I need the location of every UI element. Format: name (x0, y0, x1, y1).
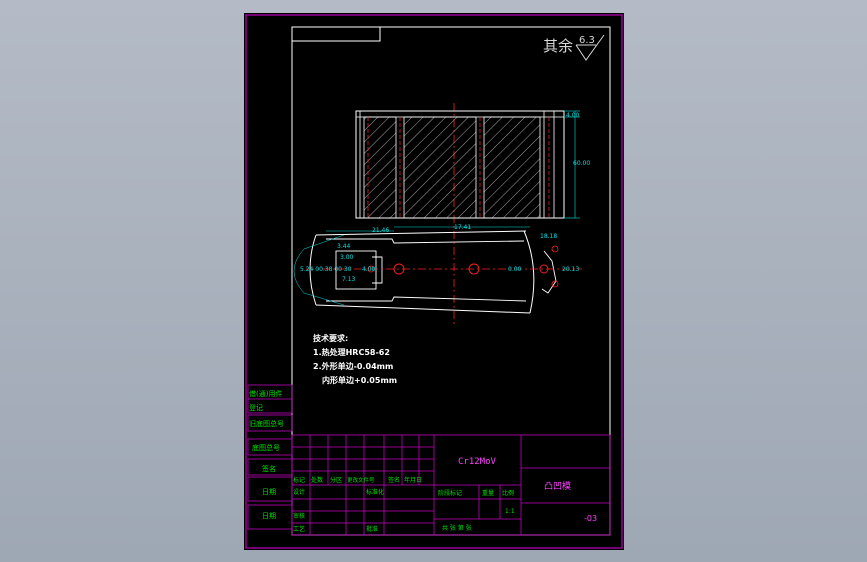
surface-finish-value: 6.3 (579, 35, 595, 46)
hdr-date: 年月日 (404, 476, 422, 484)
col-label-register: 登记 (249, 403, 263, 412)
dim-length: 17.41 (454, 224, 471, 231)
drawing-sheet: 其余 6.3 4.00 60.00 21.46 17.41 3.44 3.00 … (244, 13, 624, 550)
notes-line-2: 2.外形单边-0.04mm (313, 361, 393, 371)
col-label-date: 日期 (262, 488, 276, 496)
notes-line-1: 1.热处理HRC58-62 (313, 347, 390, 357)
weight-label: 重量 (482, 489, 494, 497)
dim-left-width: 21.46 (372, 227, 389, 234)
design-label: 设计 (293, 488, 305, 496)
ratio-label: 比例 (502, 489, 514, 497)
dim-top-small: 4.00 (566, 112, 580, 119)
scale-value: 1:1 (505, 508, 515, 515)
col-label-old-drawing: 旧底图总号 (249, 419, 284, 428)
dim-left-stack: 5.24 00.38 00 30 (300, 266, 352, 273)
dim-left-b: 3.00 (340, 254, 354, 261)
col-label-date-2: 日期 (262, 512, 276, 520)
dim-left-a: 3.44 (337, 243, 351, 250)
dim-center-small: 0.00 (508, 266, 522, 273)
corner-box (291, 26, 381, 42)
hdr-zone: 分区 (330, 476, 342, 484)
hdr-doc: 更改文件号 (347, 476, 375, 484)
surface-finish-label: 其余 (543, 37, 573, 55)
hdr-count: 处数 (311, 476, 323, 484)
col-label-drawing-no: 底图总号 (252, 443, 280, 452)
notes-line-3: 内形单边+0.05mm (322, 375, 397, 385)
col-label-signature: 签名 (262, 464, 276, 473)
process-label: 工艺 (293, 525, 305, 533)
stage-mark-label: 阶段标记 (438, 489, 462, 497)
review-label: 审核 (293, 512, 305, 520)
standard-label: 标准化 (366, 488, 384, 496)
dim-left-c: 4.00 (362, 266, 376, 273)
dim-right-a: 18.18 (540, 233, 557, 240)
dim-height: 60.00 (573, 160, 590, 167)
section-view (355, 110, 565, 219)
approve-label: 批准 (366, 525, 378, 533)
hdr-mark: 标记 (293, 476, 305, 484)
hdr-sign: 签名 (388, 476, 400, 484)
drawing-no-text: -03 (584, 514, 597, 523)
sheets-label: 共 张 第 张 (442, 524, 472, 532)
dim-bottom-left: 7.13 (342, 276, 356, 283)
part-name-text: 凸凹模 (544, 481, 571, 492)
dim-right-b: 20.13 (562, 266, 579, 273)
cad-drawing: 其余 6.3 4.00 60.00 21.46 17.41 3.44 3.00 … (245, 14, 623, 549)
technical-notes: 技术要求: 1.热处理HRC58-62 2.外形单边-0.04mm 内形单边+0… (313, 333, 397, 385)
material-text: Cr12MoV (458, 457, 497, 467)
height-dimension: 4.00 60.00 (564, 110, 590, 219)
notes-title: 技术要求: (313, 333, 348, 343)
col-label-borrowed: 借(通)用件 (249, 389, 282, 398)
